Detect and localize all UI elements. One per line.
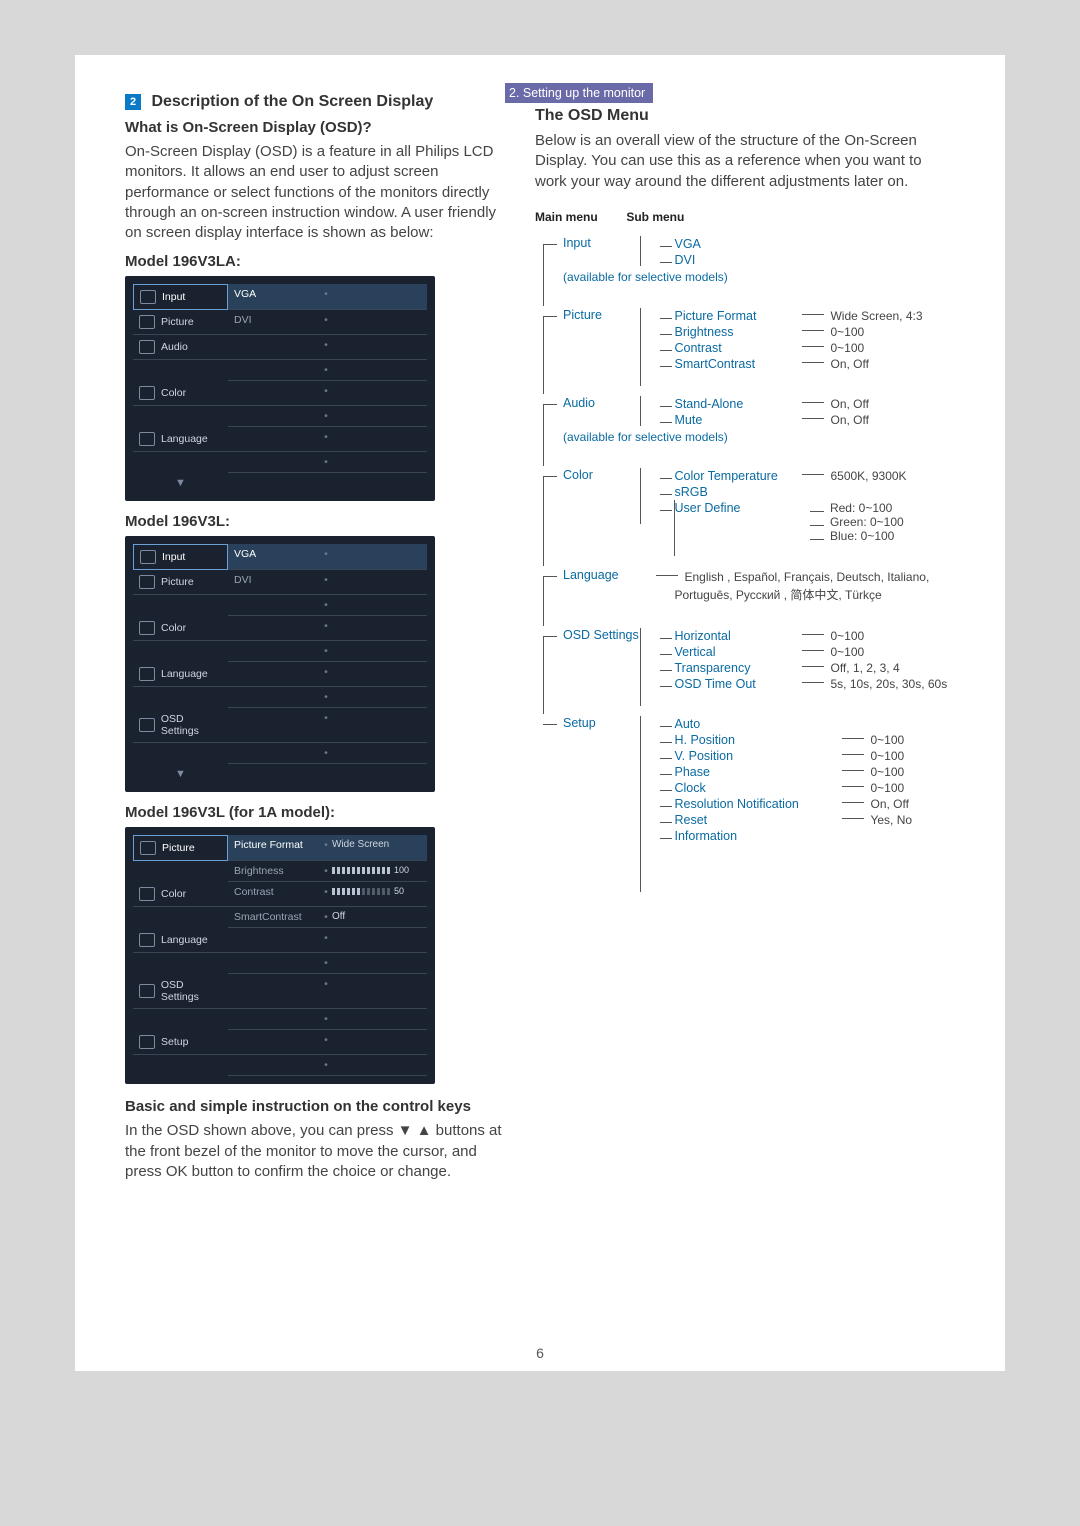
tree-language: Language English , Español, Français, De… bbox=[535, 568, 955, 604]
section-heading: 2 Description of the On Screen Display bbox=[125, 93, 505, 111]
color-icon bbox=[139, 887, 155, 901]
language-icon bbox=[139, 667, 155, 681]
osd-menu-language: Language bbox=[133, 928, 228, 953]
paragraph: Below is an overall view of the structur… bbox=[535, 131, 955, 192]
model-b-title: Model 196V3L: bbox=[125, 513, 505, 530]
tree-picture: Picture Picture FormatWide Screen, 4:3 B… bbox=[535, 308, 955, 372]
right-column: The OSD Menu Below is an overall view of… bbox=[535, 103, 955, 868]
header-main-menu: Main menu bbox=[535, 210, 623, 224]
tree-color: Color Color Temperature6500K, 9300K sRGB… bbox=[535, 468, 955, 544]
color-icon bbox=[139, 621, 155, 635]
paragraph: On-Screen Display (OSD) is a feature in … bbox=[125, 142, 505, 243]
osd-sub-dvi: DVI• bbox=[228, 310, 427, 335]
color-icon bbox=[139, 386, 155, 400]
model-c-title: Model 196V3L (for 1A model): bbox=[125, 804, 505, 821]
tree-osd-settings: OSD Settings Horizontal0~100 Vertical0~1… bbox=[535, 628, 955, 692]
basic-instruction-heading: Basic and simple instruction on the cont… bbox=[125, 1098, 505, 1115]
osd-sub-vga: VGA• bbox=[228, 284, 427, 310]
osd-menu-color: Color bbox=[133, 882, 228, 907]
osd-menu-osdsettings: OSD Settings bbox=[133, 708, 228, 743]
tree-audio: Audio Stand-AloneOn, Off MuteOn, Off (av… bbox=[535, 396, 955, 444]
osd-screenshot-c: Picture Picture Format•Wide Screen Brigh… bbox=[125, 827, 435, 1084]
setup-icon bbox=[139, 1035, 155, 1049]
osd-menu-input: Input bbox=[133, 544, 228, 570]
section-title: Description of the On Screen Display bbox=[151, 93, 433, 110]
header-sub-menu: Sub menu bbox=[626, 210, 684, 224]
picture-icon bbox=[139, 315, 155, 329]
audio-icon bbox=[139, 340, 155, 354]
input-icon bbox=[140, 550, 156, 564]
paragraph: In the OSD shown above, you can press ▼ … bbox=[125, 1121, 505, 1182]
page-number: 6 bbox=[75, 1345, 1005, 1361]
osd-menu-language: Language bbox=[133, 427, 228, 452]
model-a-title: Model 196V3LA: bbox=[125, 253, 505, 270]
down-arrow-icon: ▼ bbox=[133, 764, 228, 784]
language-icon bbox=[139, 933, 155, 947]
question-heading: What is On-Screen Display (OSD)? bbox=[125, 119, 505, 136]
osd-menu-color: Color bbox=[133, 381, 228, 406]
osd-screenshot-a: Input VGA• Picture DVI• Audio• • Color• … bbox=[125, 276, 435, 501]
input-icon bbox=[140, 290, 156, 304]
section-number-box: 2 bbox=[125, 94, 141, 110]
osd-settings-icon bbox=[139, 984, 155, 998]
left-column: 2 Description of the On Screen Display W… bbox=[125, 83, 505, 1192]
osd-settings-icon bbox=[139, 718, 155, 732]
osd-menu-color: Color bbox=[133, 616, 228, 641]
osd-menu-picture: Picture bbox=[133, 570, 228, 595]
picture-icon bbox=[140, 841, 156, 855]
language-icon bbox=[139, 432, 155, 446]
section-tag: 2. Setting up the monitor bbox=[505, 83, 653, 103]
osd-menu-picture: Picture bbox=[133, 310, 228, 335]
osd-menu-input: Input bbox=[133, 284, 228, 310]
osd-menu-language: Language bbox=[133, 662, 228, 687]
osd-menu-audio: Audio bbox=[133, 335, 228, 360]
tree-headers: Main menu Sub menu bbox=[535, 210, 955, 224]
osd-menu-picture: Picture bbox=[133, 835, 228, 861]
osd-menu-heading: The OSD Menu bbox=[535, 107, 955, 125]
picture-icon bbox=[139, 575, 155, 589]
tree-input: Input VGA DVI (available for selective m… bbox=[535, 236, 955, 284]
menu-tree: Input VGA DVI (available for selective m… bbox=[535, 236, 955, 844]
osd-menu-osdsettings: OSD Settings bbox=[133, 974, 228, 1009]
down-arrow-icon: ▼ bbox=[133, 473, 228, 493]
osd-screenshot-b: Input VGA• Picture DVI• • Color• • Langu… bbox=[125, 536, 435, 792]
tree-setup: Setup Auto H. Position0~100 V. Position0… bbox=[535, 716, 955, 844]
osd-menu-setup: Setup bbox=[133, 1030, 228, 1055]
page: 2. Setting up the monitor 2 Description … bbox=[75, 55, 1005, 1371]
